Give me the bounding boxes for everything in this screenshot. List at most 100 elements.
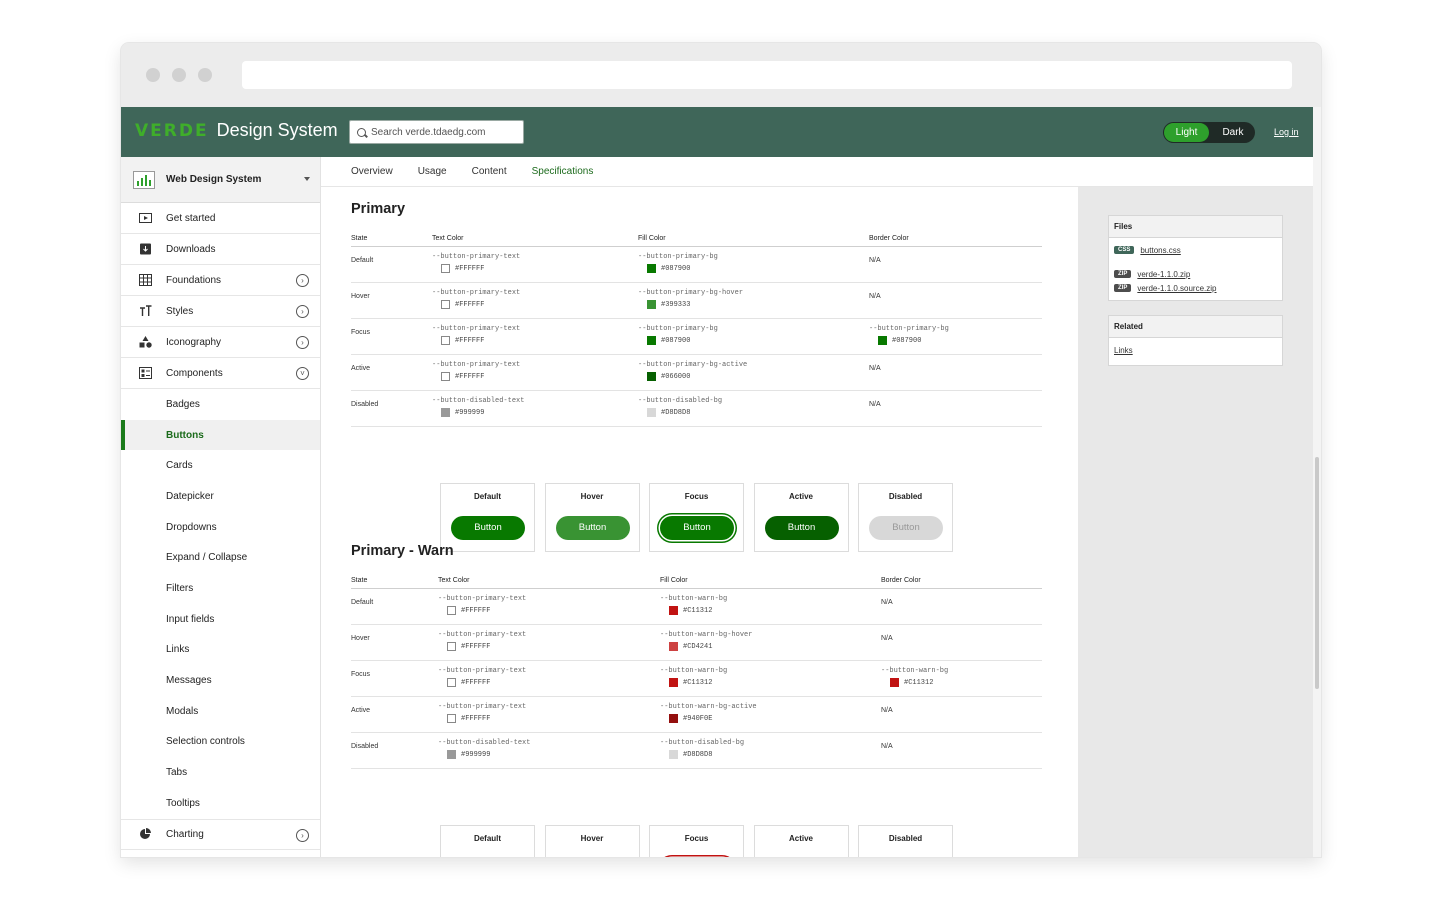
sidebar-subitem-filters[interactable]: Filters bbox=[121, 573, 320, 604]
chevron-right-icon[interactable]: › bbox=[296, 274, 309, 287]
design-system-icon bbox=[133, 170, 155, 189]
sidebar-subitem-links[interactable]: Links bbox=[121, 635, 320, 666]
sidebar-item-components[interactable]: Components ˅ bbox=[121, 358, 320, 389]
browser-chrome bbox=[121, 43, 1321, 107]
border-value: N/A bbox=[881, 707, 893, 714]
file-item[interactable]: ZIP verde-1.1.0.zip bbox=[1109, 267, 1282, 281]
window-close-dot[interactable] bbox=[146, 68, 160, 82]
sidebar-subitem-tabs[interactable]: Tabs bbox=[121, 757, 320, 788]
fill-cell: --button-disabled-bg #D8D8D8 bbox=[660, 739, 744, 759]
demo-label: Focus bbox=[684, 834, 709, 843]
sidebar-subitem-cards[interactable]: Cards bbox=[121, 450, 320, 481]
file-item[interactable]: ZIP verde-1.1.0.source.zip bbox=[1109, 281, 1282, 295]
primary-demo-row: Default Button Hover Button Focus Button Activ… bbox=[440, 483, 963, 552]
logo[interactable]: VERDE Design System bbox=[135, 120, 338, 144]
column-header-text: Text Color bbox=[432, 235, 464, 242]
demo-button-hover[interactable]: Button bbox=[555, 516, 630, 540]
table-row: Hover --button-primary-text #FFFFFF --butto… bbox=[351, 283, 1042, 319]
sidebar-subitem-dropdowns[interactable]: Dropdowns bbox=[121, 512, 320, 543]
color-swatch bbox=[669, 714, 678, 723]
file-link[interactable]: buttons.css bbox=[1140, 246, 1180, 255]
pie-chart-icon bbox=[139, 828, 152, 840]
search-input[interactable]: Search verde.tdaedg.com bbox=[371, 127, 486, 138]
sidebar-item-label: Components bbox=[166, 367, 223, 379]
demo-card-hover: Hover Button bbox=[544, 483, 640, 552]
sidebar-subitem-tooltips[interactable]: Tooltips bbox=[121, 788, 320, 819]
sidebar-header[interactable]: Web Design System bbox=[121, 157, 320, 203]
sidebar-subitem-input-fields[interactable]: Input fields bbox=[121, 604, 320, 635]
color-swatch bbox=[441, 372, 450, 381]
sidebar-subitem-selection-controls[interactable]: Selection controls bbox=[121, 727, 320, 758]
chevron-down-icon[interactable]: ˅ bbox=[296, 367, 309, 380]
window-maximize-dot[interactable] bbox=[198, 68, 212, 82]
color-swatch bbox=[669, 606, 678, 615]
demo-button-active[interactable]: Button bbox=[764, 516, 839, 540]
login-link[interactable]: Log in bbox=[1274, 127, 1299, 137]
chevron-right-icon[interactable]: › bbox=[296, 336, 309, 349]
table-row: Focus --button-primary-text #FFFFFF --butto… bbox=[351, 661, 1042, 697]
sidebar-item-styles[interactable]: Styles › bbox=[121, 296, 320, 327]
sidebar-subitem-badges[interactable]: Badges bbox=[121, 389, 320, 420]
text-value: #999999 bbox=[441, 408, 524, 417]
theme-light-option[interactable]: Light bbox=[1164, 123, 1209, 142]
hex-value: #D8D8D8 bbox=[661, 408, 691, 417]
address-bar[interactable] bbox=[242, 61, 1292, 89]
hex-value: #087900 bbox=[661, 336, 691, 345]
hex-value: #C11312 bbox=[683, 678, 713, 687]
color-swatch bbox=[647, 408, 656, 417]
chevron-right-icon[interactable]: › bbox=[296, 828, 309, 842]
chevron-right-icon[interactable]: › bbox=[296, 305, 309, 318]
sidebar-item-iconography[interactable]: Iconography › bbox=[121, 327, 320, 358]
fill-cell: --button-warn-bg-hover #CD4241 bbox=[660, 631, 752, 651]
sidebar-subitem-buttons[interactable]: Buttons bbox=[121, 419, 320, 451]
fill-value: #940F0E bbox=[669, 714, 757, 723]
file-item[interactable]: CSS buttons.css bbox=[1109, 243, 1282, 257]
tab-content[interactable]: Content bbox=[472, 166, 507, 177]
tab-overview[interactable]: Overview bbox=[351, 166, 393, 177]
sidebar-item-get-started[interactable]: Get started bbox=[121, 203, 320, 234]
demo-label: Hover bbox=[580, 492, 604, 501]
demo-button-default[interactable]: Button bbox=[451, 516, 525, 540]
tab-usage[interactable]: Usage bbox=[418, 166, 447, 177]
fill-value: #D8D8D8 bbox=[647, 408, 722, 417]
sidebar-subitem-expand-collapse[interactable]: Expand / Collapse bbox=[121, 542, 320, 573]
fill-value: #066000 bbox=[647, 372, 747, 381]
row-state: Disabled bbox=[351, 401, 379, 408]
text-variable: --button-primary-text bbox=[432, 253, 521, 261]
hex-value: #399333 bbox=[661, 300, 691, 309]
file-link[interactable]: verde-1.1.0.zip bbox=[1137, 270, 1190, 279]
sidebar-item-foundations[interactable]: Foundations › bbox=[121, 265, 320, 296]
sidebar-subitem-modals[interactable]: Modals bbox=[121, 696, 320, 727]
sidebar-item-charting[interactable]: Charting › bbox=[121, 818, 320, 850]
text-variable: --button-disabled-text bbox=[432, 397, 525, 405]
color-swatch bbox=[647, 372, 656, 381]
sidebar-item-label: Downloads bbox=[166, 243, 216, 255]
tab-specifications[interactable]: Specifications bbox=[532, 166, 594, 177]
search-box[interactable]: Search verde.tdaedg.com bbox=[349, 120, 524, 144]
window-minimize-dot[interactable] bbox=[172, 68, 186, 82]
hex-value: #940F0E bbox=[683, 714, 713, 723]
scrollbar-thumb[interactable] bbox=[1315, 457, 1319, 689]
sidebar-subitem-messages[interactable]: Messages bbox=[121, 665, 320, 696]
sidebar-subitem-datepicker[interactable]: Datepicker bbox=[121, 481, 320, 512]
text-variable: --button-primary-text bbox=[432, 289, 521, 297]
fill-variable: --button-disabled-bg bbox=[638, 397, 723, 405]
file-type-badge: ZIP bbox=[1114, 284, 1132, 292]
scrollbar[interactable] bbox=[1313, 107, 1321, 857]
theme-dark-option[interactable]: Dark bbox=[1211, 123, 1255, 142]
file-link[interactable]: verde-1.1.0.source.zip bbox=[1137, 284, 1216, 293]
table-row: Hover --button-primary-text #FFFFFF --butto… bbox=[351, 625, 1042, 661]
related-link[interactable]: Links bbox=[1114, 346, 1133, 355]
shapes-icon bbox=[139, 336, 152, 348]
sidebar-item-downloads[interactable]: Downloads bbox=[121, 234, 320, 265]
demo-button-focus[interactable]: Button bbox=[660, 516, 734, 540]
column-header-state: State bbox=[351, 235, 368, 242]
theme-toggle[interactable]: Light Dark bbox=[1163, 122, 1255, 143]
border-value: N/A bbox=[869, 293, 881, 300]
demo-button-disabled[interactable]: Button bbox=[869, 516, 943, 540]
row-state: Hover bbox=[351, 635, 370, 642]
fill-value: #CD4241 bbox=[669, 642, 752, 651]
related-item[interactable]: Links bbox=[1109, 343, 1282, 357]
fill-variable: --button-warn-bg bbox=[660, 667, 728, 675]
border-value: N/A bbox=[869, 257, 881, 264]
